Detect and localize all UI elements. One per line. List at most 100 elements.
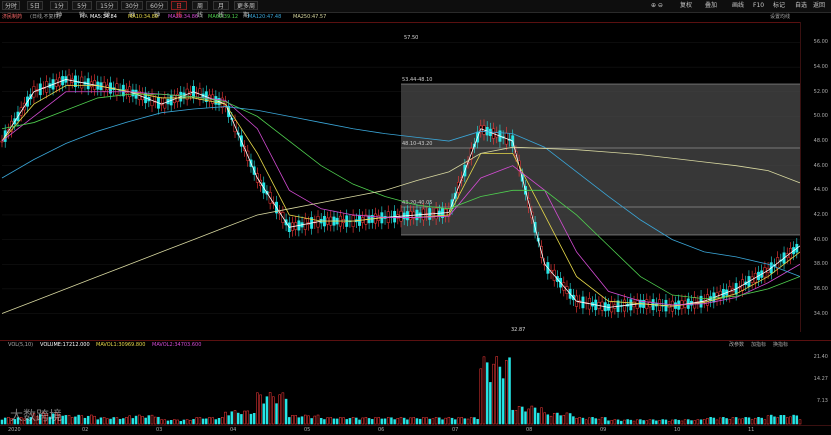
volume-bar: [604, 417, 607, 425]
volume-bar: [651, 419, 655, 425]
vol-label: VOL(5,10): [8, 342, 34, 348]
date-tick: 2020: [8, 427, 21, 433]
volume-legend-bar: VOL(5,10) VOLUME:17212.000 MAVOL1:30969.…: [0, 341, 831, 350]
volume-bar: [718, 417, 722, 425]
volume-bar: [173, 419, 176, 425]
volume-bar: [393, 419, 396, 425]
volume-bar: [664, 419, 668, 425]
volume-bar: [201, 418, 205, 425]
watermark: 大数跨境: [10, 409, 63, 424]
volume-bar: [466, 418, 470, 425]
volume-bar: [447, 417, 451, 425]
volume-bar: [150, 414, 154, 425]
volume-bar: [687, 419, 690, 425]
volume-bar: [189, 420, 192, 425]
volume-value: VOLUME:17212.000: [40, 342, 90, 348]
volume-bar: [138, 414, 141, 425]
volume-bar: [297, 417, 301, 425]
volume-bar: [750, 419, 754, 425]
edit-params-button[interactable]: 改参数: [729, 341, 744, 350]
volume-bar: [128, 415, 131, 425]
volume-bar: [402, 417, 406, 425]
volume-bar: [770, 414, 773, 425]
volume-bar: [795, 415, 799, 425]
date-tick: 11: [748, 427, 755, 433]
volume-bar: [549, 415, 553, 425]
volume-bar: [319, 418, 323, 425]
volume-bar: [396, 417, 400, 425]
volume-bar: [256, 392, 259, 425]
fib-label-1: 53.44-48.10: [402, 77, 432, 83]
volume-bar: [409, 417, 412, 425]
volume-bar: [106, 418, 109, 425]
volume-bar: [629, 419, 633, 425]
volume-bar: [3, 417, 7, 425]
date-tick: 07: [452, 427, 459, 433]
volume-bar: [635, 419, 639, 425]
volume-tick: 14.27: [813, 376, 828, 382]
volume-bar: [648, 419, 652, 425]
volume-bar: [731, 417, 735, 425]
volume-bar: [454, 419, 457, 425]
date-tick: 05: [304, 427, 311, 433]
candle-body: [0, 140, 4, 143]
volume-bar: [508, 357, 511, 425]
volume-bar: [195, 417, 198, 425]
volume-bar: [70, 417, 74, 425]
volume-bar: [211, 417, 214, 425]
volume-bar: [584, 419, 588, 425]
volume-bar: [291, 415, 294, 425]
volume-bar: [460, 417, 463, 425]
add-indicator-button[interactable]: 加指标: [751, 341, 766, 350]
volume-bar: [147, 415, 151, 425]
volume-bar: [182, 419, 186, 425]
volume-bar: [134, 415, 138, 425]
volume-bar: [428, 418, 431, 425]
price-tick: 42.00: [813, 211, 828, 218]
volume-bar: [374, 417, 377, 425]
volume-bar: [246, 410, 250, 425]
volume-bar: [505, 360, 508, 425]
volume-bar: [680, 420, 684, 425]
volume-bar: [763, 419, 767, 425]
volume-bar: [166, 420, 170, 425]
volume-bar: [233, 410, 237, 425]
volume-bar: [284, 398, 288, 425]
volume-bar: [339, 417, 342, 425]
volume-bar: [693, 420, 696, 425]
volume-bar: [348, 418, 352, 425]
volume-bar: [725, 418, 728, 425]
volume-bar: [482, 356, 486, 425]
volume-bar: [779, 415, 783, 425]
volume-bar: [661, 419, 664, 425]
volume-bar: [591, 417, 594, 425]
price-tick: 52.00: [813, 88, 828, 95]
volume-bar: [619, 420, 623, 425]
mavol2-value: MAVOL2:34703.600: [152, 342, 202, 348]
volume-bar: [517, 406, 521, 425]
price-tick: 48.00: [813, 138, 828, 145]
volume-bar: [546, 414, 550, 425]
volume-bar: [262, 403, 265, 425]
volume-bar: [597, 418, 601, 425]
volume-bar: [64, 415, 68, 425]
volume-bar: [521, 406, 524, 425]
volume-bar: [594, 418, 597, 425]
volume-bar: [208, 417, 211, 425]
volume-bar: [224, 411, 227, 425]
volume-bar: [335, 418, 339, 425]
high-marker: 57.50: [404, 35, 418, 41]
volume-bar: [332, 418, 336, 425]
volume-bar: [524, 411, 527, 425]
volume-bar: [632, 420, 636, 425]
volume-bar: [476, 418, 479, 425]
volume-bar: [386, 417, 390, 425]
volume-bar: [699, 419, 703, 425]
volume-bar: [479, 368, 483, 425]
volume-bar: [144, 417, 147, 425]
volume-bar: [537, 412, 540, 425]
volume-bar: [785, 417, 789, 425]
volume-bar: [265, 396, 269, 425]
switch-indicator-button[interactable]: 换指标: [773, 341, 788, 350]
volume-bar: [355, 417, 358, 425]
